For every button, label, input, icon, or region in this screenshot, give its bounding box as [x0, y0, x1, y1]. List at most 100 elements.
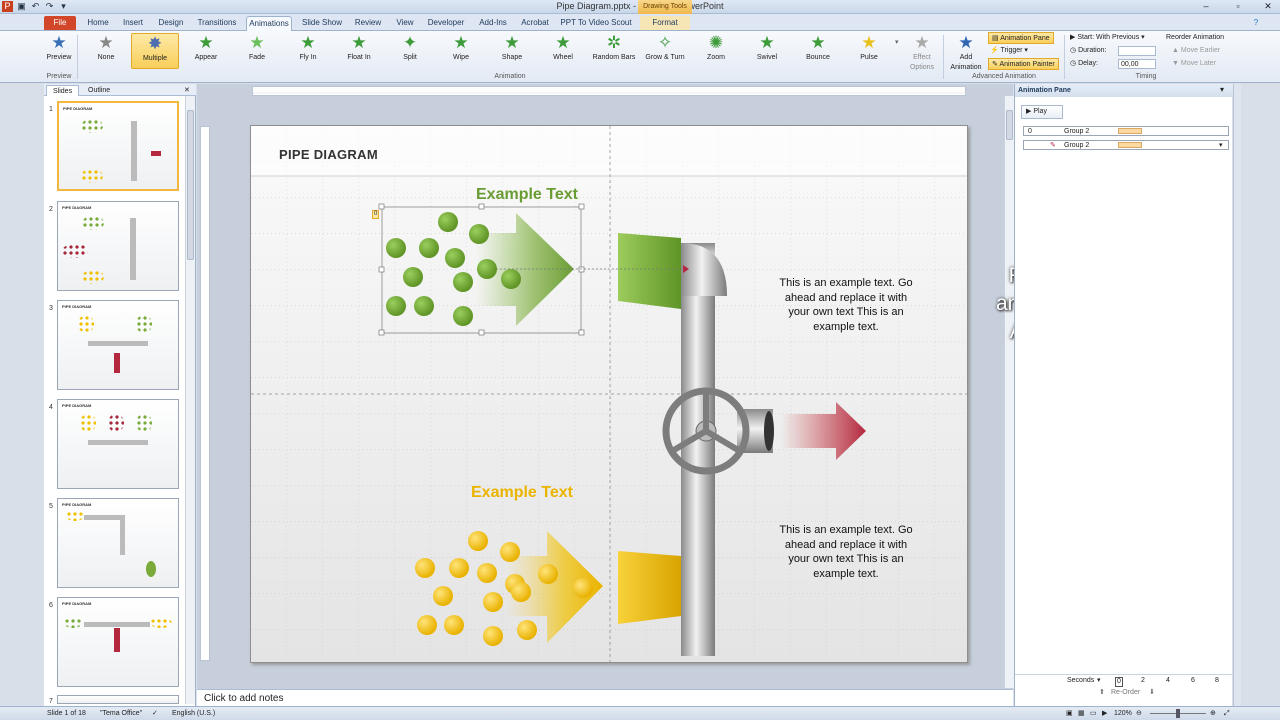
preview-button[interactable]: ★ Preview: [44, 33, 74, 69]
effect-shape[interactable]: ★ Shape: [488, 33, 536, 69]
animation-row-1[interactable]: 0 Group 2: [1023, 126, 1229, 136]
effect-pulse[interactable]: ★ Pulse: [845, 33, 893, 69]
start-control[interactable]: ▶ Start: With Previous ▾: [1070, 32, 1145, 44]
close-icon[interactable]: ✕: [1262, 1, 1274, 12]
wipe-star-icon: ★: [453, 33, 469, 52]
effect-multiple[interactable]: ✸ Multiple: [131, 33, 179, 69]
example-text-green[interactable]: Example Text: [476, 186, 578, 204]
thumb-red-arrow: [114, 353, 120, 373]
tab-review[interactable]: Review: [352, 16, 384, 30]
reading-view-icon[interactable]: ▭: [1090, 707, 1097, 720]
effect-options-button[interactable]: ★ Effect Options: [905, 33, 939, 71]
slide[interactable]: PIPE DIAGRAM Example Text Example Text T…: [250, 125, 968, 663]
gallery-more-icon[interactable]: ▾: [895, 37, 903, 49]
yellow-ball: [449, 558, 469, 578]
tab-acrobat[interactable]: Acrobat: [518, 16, 552, 30]
tab-ppt-to-video-scout[interactable]: PPT To Video Scout: [560, 16, 632, 30]
help-icon[interactable]: ?: [1250, 16, 1262, 30]
slide-thumbnail-4[interactable]: PIPE DIAGRAM: [57, 399, 179, 489]
minimize-icon[interactable]: –: [1200, 1, 1212, 12]
slide-thumbnail-6[interactable]: PIPE DIAGRAM: [57, 597, 179, 687]
slide-number-3: 3: [49, 305, 53, 312]
appear-star-icon: ★: [198, 33, 214, 52]
slide-thumbnail-7[interactable]: [57, 695, 179, 704]
delay-input[interactable]: 00,00: [1118, 59, 1156, 69]
slideshow-icon[interactable]: ▶: [1102, 707, 1107, 720]
effect-wheel[interactable]: ★ Wheel: [539, 33, 587, 69]
effect-wipe[interactable]: ★ Wipe: [437, 33, 485, 69]
slides-scrollbar[interactable]: [185, 96, 195, 704]
effect-float-in[interactable]: ★ Float In: [335, 33, 383, 69]
example-text-yellow[interactable]: Example Text: [471, 484, 573, 502]
tab-add-ins[interactable]: Add-Ins: [476, 16, 510, 30]
slides-scroll-thumb[interactable]: [187, 110, 194, 260]
right-edge-scrollbar[interactable]: [1233, 84, 1241, 706]
seconds-dropdown-icon[interactable]: ▾: [1097, 675, 1101, 687]
effect-split[interactable]: ✦ Split: [386, 33, 434, 69]
slide-thumbnail-2[interactable]: PIPE DIAGRAM: [57, 201, 179, 291]
slide-sorter-icon[interactable]: ▦: [1078, 707, 1085, 720]
close-panel-icon[interactable]: ✕: [178, 85, 196, 96]
reorder-up-icon[interactable]: ⬆: [1099, 687, 1105, 699]
zoom-slider-thumb[interactable]: [1176, 709, 1180, 718]
timeline-bar: [1118, 142, 1142, 148]
animation-pane-button[interactable]: ▤ Animation Pane: [988, 32, 1054, 44]
wheel-star-icon: ★: [555, 33, 571, 52]
tab-slides[interactable]: Slides: [46, 85, 80, 96]
language[interactable]: English (U.S.): [172, 707, 215, 720]
move-earlier-button[interactable]: ▲ Move Earlier: [1172, 45, 1220, 57]
pane-menu-icon[interactable]: ▾: [1220, 85, 1224, 94]
body-text-top[interactable]: This is an example text. Go ahead and re…: [775, 276, 917, 334]
trigger-button[interactable]: ⚡ Trigger ▾: [990, 45, 1028, 57]
body-text-bottom[interactable]: This is an example text. Go ahead and re…: [775, 523, 917, 581]
effect-fly-in[interactable]: ★ Fly In: [284, 33, 332, 69]
canvas-scroll-thumb[interactable]: [1006, 110, 1013, 140]
tab-file[interactable]: File: [44, 16, 76, 30]
tab-view[interactable]: View: [392, 16, 418, 30]
tab-slide-show[interactable]: Slide Show: [300, 16, 344, 30]
tab-outline[interactable]: Outline: [82, 85, 116, 96]
tab-animations[interactable]: Animations: [246, 16, 292, 32]
tab-developer[interactable]: Developer: [424, 16, 468, 30]
notes-pane[interactable]: Click to add notes: [197, 689, 1013, 706]
effect-fade[interactable]: ★ Fade: [233, 33, 281, 69]
tab-transitions[interactable]: Transitions: [194, 16, 240, 30]
zoom-star-icon: ✺: [708, 33, 724, 52]
row-dropdown-icon[interactable]: ▾: [1219, 141, 1223, 150]
effect-grow-turn[interactable]: ✧ Grow & Turn: [641, 33, 689, 69]
play-button[interactable]: ▶ Play: [1021, 105, 1063, 119]
thumb-green-dots: [64, 618, 82, 628]
normal-view-icon[interactable]: ▣: [1066, 707, 1073, 720]
fit-to-window-icon[interactable]: ⤢: [1224, 707, 1230, 720]
animation-row-2[interactable]: ✎ Group 2 ▾: [1023, 140, 1229, 150]
spellcheck-icon[interactable]: ✓: [152, 707, 158, 720]
slide-thumbnail-5[interactable]: PIPE DIAGRAM: [57, 498, 179, 588]
maximize-icon[interactable]: ▫: [1232, 1, 1244, 12]
zoom-out-icon[interactable]: ⊖: [1136, 707, 1142, 720]
effect-random-bars[interactable]: ✲ Random Bars: [590, 33, 638, 69]
tab-home[interactable]: Home: [84, 16, 112, 30]
slide-thumbnail-1[interactable]: PIPE DIAGRAM: [57, 101, 179, 191]
zoom-level[interactable]: 120%: [1114, 707, 1132, 720]
canvas-scrollbar[interactable]: [1004, 96, 1014, 688]
effect-appear[interactable]: ★ Appear: [182, 33, 230, 69]
add-animation-button[interactable]: ★ Add Animation: [946, 33, 986, 71]
animation-order-marker[interactable]: 0: [372, 210, 380, 219]
tab-format[interactable]: Format: [640, 16, 690, 30]
effect-zoom[interactable]: ✺ Zoom: [692, 33, 740, 69]
duration-input[interactable]: [1118, 46, 1156, 56]
animation-painter-button[interactable]: ✎ Animation Painter: [988, 58, 1059, 70]
preview-star-icon: ★: [51, 33, 67, 52]
tab-insert[interactable]: Insert: [118, 16, 148, 30]
slide-thumbnail-3[interactable]: PIPE DIAGRAM: [57, 300, 179, 390]
zoom-in-icon[interactable]: ⊕: [1210, 707, 1216, 720]
effect-none[interactable]: ★ None: [82, 33, 130, 69]
effect-bounce[interactable]: ★ Bounce: [794, 33, 842, 69]
slide-title[interactable]: PIPE DIAGRAM: [279, 147, 378, 162]
reorder-down-icon[interactable]: ⬇: [1149, 687, 1155, 699]
green-ball: [501, 269, 521, 289]
thumb-title: PIPE DIAGRAM: [62, 205, 92, 210]
move-later-button[interactable]: ▼ Move Later: [1172, 58, 1216, 70]
tab-design[interactable]: Design: [155, 16, 187, 30]
effect-swivel[interactable]: ★ Swivel: [743, 33, 791, 69]
